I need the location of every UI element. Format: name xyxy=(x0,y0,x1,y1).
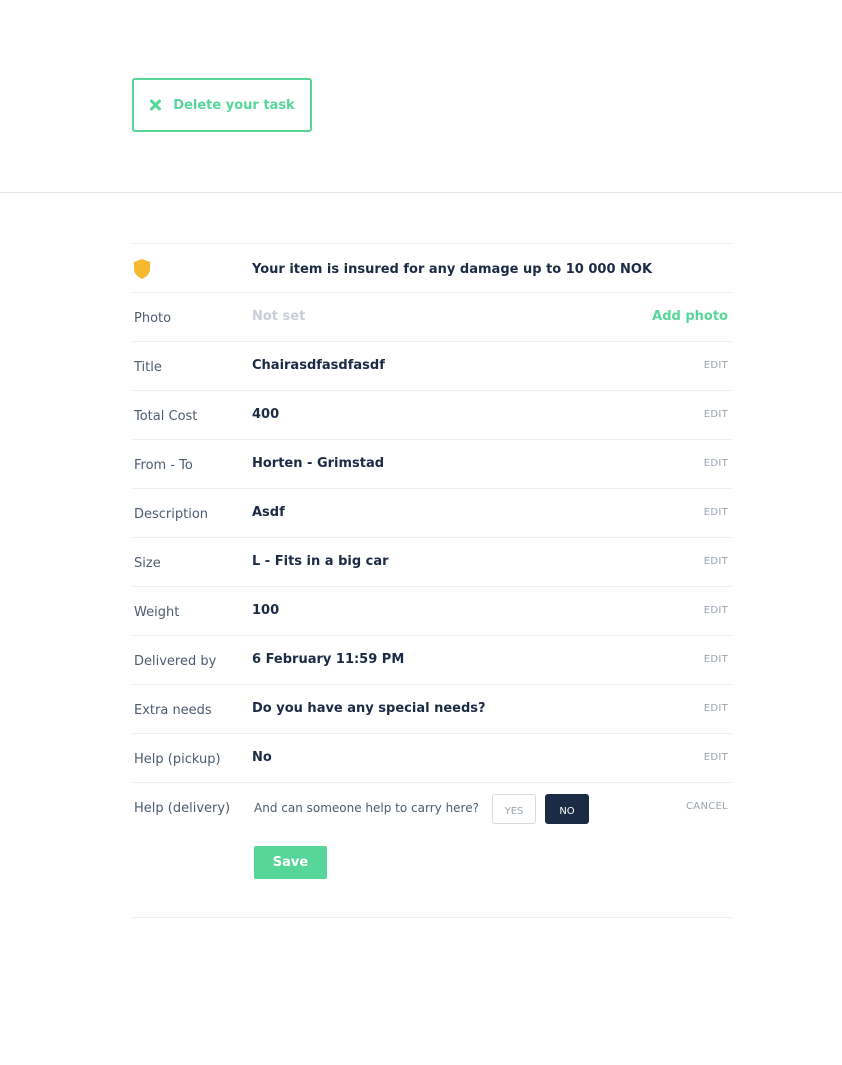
field-row-help-delivery: Help (delivery) And can someone help to … xyxy=(132,783,732,918)
field-row-description: Description Asdf EDIT xyxy=(132,489,732,538)
field-row-extra-needs: Extra needs Do you have any special need… xyxy=(132,685,732,734)
field-value: Asdf xyxy=(252,505,285,520)
field-row-from-to: From - To Horten - Grimstad EDIT xyxy=(132,440,732,489)
field-value: L - Fits in a big car xyxy=(252,554,389,569)
field-label: Description xyxy=(134,507,209,522)
save-button[interactable]: Save xyxy=(254,846,327,879)
edit-size-link[interactable]: EDIT xyxy=(704,556,728,567)
task-details-table: Your item is insured for any damage up t… xyxy=(132,243,732,918)
help-delivery-question: And can someone help to carry here? xyxy=(254,801,479,815)
field-label: Photo xyxy=(134,311,172,326)
edit-total-cost-link[interactable]: EDIT xyxy=(704,409,728,420)
edit-from-to-link[interactable]: EDIT xyxy=(704,458,728,469)
field-value: 400 xyxy=(252,407,280,422)
field-row-delivered-by: Delivered by 6 February 11:59 PM EDIT xyxy=(132,636,732,685)
yes-button[interactable]: YES xyxy=(492,794,536,824)
field-label: Extra needs xyxy=(134,703,212,718)
field-value: 6 February 11:59 PM xyxy=(252,652,405,667)
field-row-total-cost: Total Cost 400 EDIT xyxy=(132,391,732,440)
field-row-help-pickup: Help (pickup) No EDIT xyxy=(132,734,732,783)
field-row-title: Title Chairasdfasdfasdf EDIT xyxy=(132,342,732,391)
delete-task-label: Delete your task xyxy=(173,97,295,113)
field-label: Title xyxy=(134,360,162,375)
shield-icon xyxy=(134,259,150,279)
insurance-row: Your item is insured for any damage up t… xyxy=(132,244,732,293)
insurance-icon-cell xyxy=(132,244,252,284)
cancel-link[interactable]: CANCEL xyxy=(686,801,728,812)
edit-description-link[interactable]: EDIT xyxy=(704,507,728,518)
field-value: Chairasdfasdfasdf xyxy=(252,358,385,373)
field-label: From - To xyxy=(134,458,193,473)
field-label: Help (delivery) xyxy=(134,801,231,816)
field-value: Do you have any special needs? xyxy=(252,701,486,716)
add-photo-link[interactable]: Add photo xyxy=(652,309,728,324)
field-label: Delivered by xyxy=(134,654,217,669)
edit-title-link[interactable]: EDIT xyxy=(704,360,728,371)
edit-delivered-by-link[interactable]: EDIT xyxy=(704,654,728,665)
field-value: Horten - Grimstad xyxy=(252,456,385,471)
field-label: Weight xyxy=(134,605,180,620)
edit-help-pickup-link[interactable]: EDIT xyxy=(704,752,728,763)
field-row-weight: Weight 100 EDIT xyxy=(132,587,732,636)
edit-weight-link[interactable]: EDIT xyxy=(704,605,728,616)
insurance-text: Your item is insured for any damage up t… xyxy=(252,262,653,277)
no-button[interactable]: NO xyxy=(545,794,589,824)
delete-task-button[interactable]: Delete your task xyxy=(132,78,312,132)
field-row-photo: Photo Not set Add photo xyxy=(132,293,732,342)
field-row-size: Size L - Fits in a big car EDIT xyxy=(132,538,732,587)
field-label: Help (pickup) xyxy=(134,752,221,767)
edit-extra-needs-link[interactable]: EDIT xyxy=(704,703,728,714)
close-icon xyxy=(149,99,161,111)
field-label: Size xyxy=(134,556,161,571)
field-value: No xyxy=(252,750,272,765)
task-actions-header: Delete your task xyxy=(0,0,842,193)
field-value: 100 xyxy=(252,603,280,618)
field-label: Total Cost xyxy=(134,409,198,424)
